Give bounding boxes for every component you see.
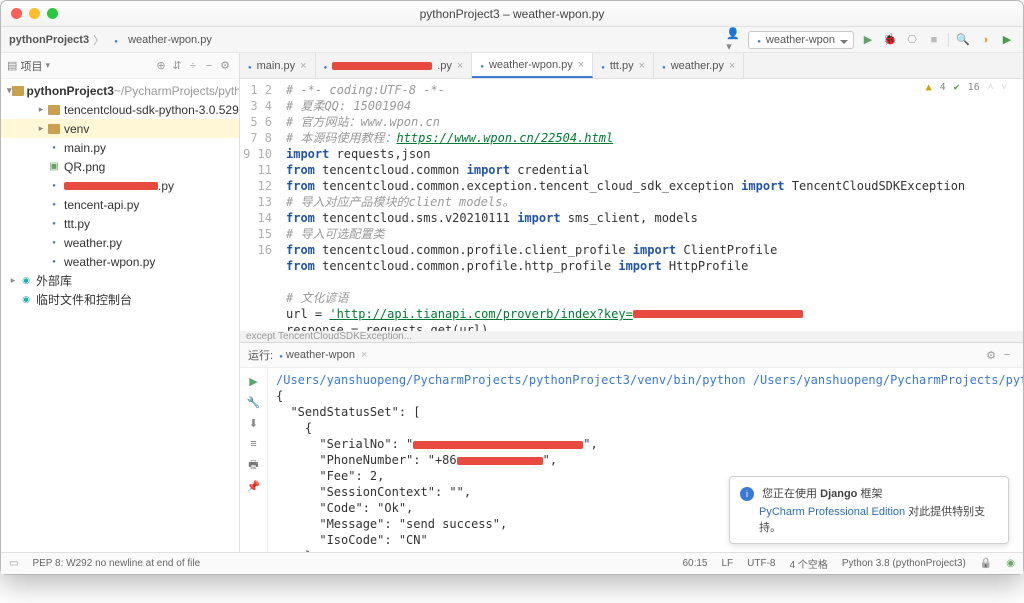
debug-button[interactable]: 🐞	[882, 32, 898, 48]
hide-panel-icon[interactable]: −	[999, 347, 1015, 363]
run-panel-tab[interactable]: weather-wpon	[286, 349, 355, 361]
tree-item[interactable]: weather-wpon.py	[1, 252, 239, 271]
close-tab-icon[interactable]: ×	[361, 349, 367, 361]
tip-line1-post: 框架	[857, 488, 882, 500]
notifications-icon[interactable]: ◉	[1006, 558, 1015, 569]
run-config-label: weather-wpon	[766, 34, 835, 46]
python-file-icon	[662, 60, 666, 72]
line-separator[interactable]: LF	[721, 558, 733, 569]
run-tool-window: 运行: weather-wpon × ⚙ − ▶ 🔧 ⬇ ≡ 🖶	[240, 342, 1023, 552]
editor-tabs: main.py×.py×weather-wpon.py×ttt.py×weath…	[240, 53, 1023, 79]
wrench-icon[interactable]: 🔧	[245, 393, 263, 411]
maximize-window-button[interactable]	[47, 8, 58, 19]
scratches[interactable]: 临时文件和控制台	[1, 290, 239, 309]
lock-icon[interactable]	[980, 558, 992, 569]
pin-icon[interactable]: 📌	[245, 477, 263, 495]
python-interpreter[interactable]: Python 3.8 (pythonProject3)	[842, 558, 966, 569]
close-window-button[interactable]	[11, 8, 22, 19]
code-lines[interactable]: # -*- coding:UTF-8 -*- # 夏柔QQ: 15001904 …	[280, 79, 1023, 331]
chevron-down-icon[interactable]: ˅	[1001, 82, 1007, 93]
scroll-icon[interactable]: ≡	[245, 435, 263, 453]
user-dropdown-icon[interactable]: 👤▾	[726, 32, 742, 48]
tree-item[interactable]: ttt.py	[1, 214, 239, 233]
tree-item[interactable]: .py	[1, 176, 239, 195]
window-title: pythonProject3 – weather-wpon.py	[420, 7, 605, 21]
python-file-icon	[480, 59, 484, 71]
warnings-icon[interactable]: ▲	[926, 82, 932, 93]
run-panel-label: 运行:	[248, 347, 273, 363]
tree-item[interactable]: weather.py	[1, 233, 239, 252]
python-file-icon	[601, 60, 605, 72]
status-bar: ▭ PEP 8: W292 no newline at end of file …	[1, 552, 1023, 574]
editor-tab[interactable]: ttt.py×	[593, 53, 654, 78]
hide-panel-icon[interactable]: −	[201, 58, 217, 74]
titlebar: pythonProject3 – weather-wpon.py	[1, 1, 1023, 27]
run-config-selector[interactable]: weather-wpon	[748, 31, 854, 49]
nav-bar: pythonProject3 〉 weather-wpon.py 👤▾ weat…	[1, 27, 1023, 53]
status-menu-icon[interactable]: ▭	[9, 558, 18, 569]
python-file-icon	[279, 349, 283, 361]
project-sidebar: ▤ 项目 ▾ ⊕ ⇵ ÷ − ⚙ ▾pythonProject3 ~/Pycha…	[1, 53, 240, 552]
project-tree[interactable]: ▾pythonProject3 ~/PycharmProjects/python…	[1, 79, 239, 552]
editor-tab[interactable]: main.py×	[240, 53, 316, 78]
close-tab-icon[interactable]: ×	[457, 60, 463, 72]
code-with-me-button[interactable]: ▶	[999, 32, 1015, 48]
divide-icon[interactable]: ÷	[185, 58, 201, 74]
file-encoding[interactable]: UTF-8	[747, 558, 775, 569]
chevron-up-icon[interactable]: ˄	[988, 82, 994, 93]
project-root[interactable]: ▾pythonProject3 ~/PycharmProjects/python…	[1, 81, 239, 100]
stop-button[interactable]: ■	[926, 32, 942, 48]
tip-line1-pre: 您正在使用	[762, 488, 820, 500]
tip-framework: Django	[820, 488, 857, 500]
python-file-icon	[248, 60, 252, 72]
warnings-count: 4	[940, 82, 946, 93]
status-message[interactable]: PEP 8: W292 no newline at end of file	[32, 558, 200, 569]
rerun-button[interactable]: ▶	[245, 372, 263, 390]
minimize-window-button[interactable]	[29, 8, 40, 19]
sidebar-title: 项目	[20, 58, 42, 74]
indent-setting[interactable]: 4 个空格	[790, 556, 828, 571]
tree-item[interactable]: ▸tencentcloud-sdk-python-3.0.529	[1, 100, 239, 119]
caret-position[interactable]: 60:15	[682, 558, 707, 569]
tree-item[interactable]: ▸venv	[1, 119, 239, 138]
run-button[interactable]: ▶	[860, 32, 876, 48]
breadcrumb-file[interactable]: weather-wpon.py	[128, 34, 212, 46]
editor-tab[interactable]: .py×	[316, 53, 473, 78]
editor-tab[interactable]: weather.py×	[654, 53, 744, 78]
pycharm-pro-link[interactable]: PyCharm Professional Edition	[759, 506, 905, 518]
close-tab-icon[interactable]: ×	[729, 60, 735, 72]
python-file-icon	[757, 34, 761, 46]
tree-item[interactable]: QR.png	[1, 157, 239, 176]
settings-button[interactable]: ◑	[977, 32, 993, 48]
breadcrumb-project[interactable]: pythonProject3	[9, 34, 89, 46]
code-editor[interactable]: 1 2 3 4 5 6 7 8 9 10 11 12 13 14 15 16 #…	[240, 79, 1023, 331]
python-file-icon	[324, 60, 328, 72]
search-everywhere-button[interactable]: 🔍	[955, 32, 971, 48]
line-gutter: 1 2 3 4 5 6 7 8 9 10 11 12 13 14 15 16	[240, 79, 280, 331]
python-file-icon	[108, 32, 124, 48]
editor-breadcrumb[interactable]: except TencentCloudSDKException...	[240, 331, 1023, 342]
info-icon: i	[740, 487, 754, 501]
editor-tab[interactable]: weather-wpon.py×	[472, 53, 593, 78]
tree-item[interactable]: tencent-api.py	[1, 195, 239, 214]
step-down-icon[interactable]: ⬇	[245, 414, 263, 432]
scroll-from-source-icon[interactable]: ⊕	[153, 58, 169, 74]
gear-icon[interactable]: ⚙	[983, 347, 999, 363]
close-tab-icon[interactable]: ×	[639, 60, 645, 72]
close-tab-icon[interactable]: ×	[578, 59, 584, 71]
collapse-all-icon[interactable]: ⇵	[169, 58, 185, 74]
close-tab-icon[interactable]: ×	[300, 60, 306, 72]
checks-icon[interactable]: ✔	[954, 82, 960, 93]
tree-item[interactable]: main.py	[1, 138, 239, 157]
framework-tip: i 您正在使用 Django 框架 PyCharm Professional E…	[729, 476, 1009, 544]
external-libraries[interactable]: ▸外部库	[1, 271, 239, 290]
checks-count: 16	[968, 82, 980, 93]
coverage-button[interactable]: ⎔	[904, 32, 920, 48]
print-icon[interactable]: 🖶	[245, 456, 263, 474]
gear-icon[interactable]: ⚙	[217, 58, 233, 74]
